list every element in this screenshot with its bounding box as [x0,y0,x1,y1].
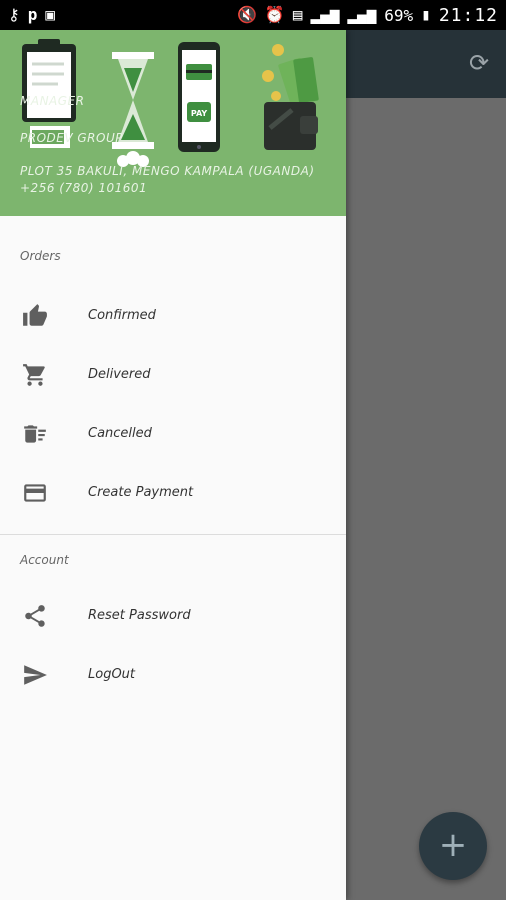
plus-icon: + [438,825,468,865]
menu-item-delivered[interactable]: Delivered [0,345,346,404]
send-icon [20,660,50,690]
user-role: MANAGER [20,94,85,108]
status-left: ⚷ p ▣ [0,7,63,23]
lte-signal-icon: ▂▄▆ [347,5,377,24]
wallet-icon [262,44,319,150]
section-title-orders: Orders [20,249,61,263]
clock: 21:12 [438,4,498,26]
menu-item-reset-password[interactable]: Reset Password [0,586,346,645]
phone-pay-icon: PAY [178,42,220,152]
menu-label: Create Payment [88,485,194,500]
menu-label: Delivered [88,367,151,382]
share-icon [20,601,50,631]
alarm-icon: ⏰ [264,5,285,24]
organization-phone: +256 (780) 101601 [20,181,148,195]
menu-item-create-payment[interactable]: Create Payment [0,463,346,522]
menu-label: LogOut [88,667,136,682]
thumb-up-icon [20,301,50,331]
vibrate-icon: ▤ [292,5,303,24]
hourglass-icon [112,52,154,167]
delete-sweep-icon [20,419,50,449]
organization-address: PLOT 35 BAKULI, MENGO KAMPALA (UGANDA) [20,164,315,178]
key-icon: ⚷ [8,5,20,24]
refresh-icon[interactable]: ⟳ [466,50,492,76]
p-app-icon: p [27,5,38,24]
app-bar: ⟳ [346,30,506,98]
status-bar: ⚷ p ▣ 🔇 ⏰ ▤ ▂▄▆ ▂▄▆ 69% ▮ 21:12 [0,0,506,30]
pay-text: PAY [191,109,208,118]
battery-icon: ▮ [421,5,431,24]
organization-name: PRODEV GROUP [20,131,123,145]
menu-label: Reset Password [88,608,191,623]
gallery-icon: ▣ [45,5,55,24]
battery-percent: 69% [384,5,414,25]
status-right: 🔇 ⏰ ▤ ▂▄▆ ▂▄▆ 69% ▮ 21:12 [229,5,506,26]
menu-item-cancelled[interactable]: Cancelled [0,404,346,463]
cart-icon [20,360,50,390]
content-scrim[interactable] [346,98,506,900]
navigation-drawer: PAY MANAGER PRODEV GROUP PLOT 35 BAKULI,… [0,30,346,900]
drawer-header: PAY MANAGER PRODEV GROUP PLOT 35 BAKULI,… [0,30,346,216]
credit-card-icon [20,478,50,508]
menu-label: Confirmed [88,308,156,323]
section-title-account: Account [20,553,69,567]
menu-label: Cancelled [88,426,152,441]
signal-icon: ▂▄▆ [310,5,340,24]
menu-item-confirmed[interactable]: Confirmed [0,286,346,345]
add-fab-button[interactable]: + [419,812,487,880]
mute-icon: 🔇 [236,5,257,24]
menu-item-logout[interactable]: LogOut [0,645,346,704]
